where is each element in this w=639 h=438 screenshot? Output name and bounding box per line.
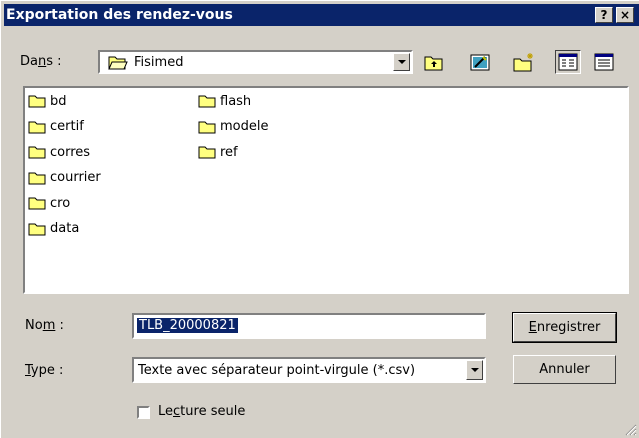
chevron-down-icon (470, 368, 479, 372)
folder-item[interactable]: flash (198, 90, 251, 112)
file-list[interactable]: bd certif corres courrier cro data flash model… (23, 86, 629, 294)
type-label: Type : (25, 363, 64, 378)
desktop-button[interactable] (467, 50, 493, 74)
window-title: Exportation des rendez-vous (6, 7, 233, 23)
readonly-checkbox[interactable] (137, 406, 150, 419)
desktop-icon (470, 54, 490, 71)
folder-item[interactable]: data (28, 218, 79, 240)
close-button[interactable]: × (616, 7, 634, 23)
type-select[interactable]: Texte avec séparateur point-virgule (*.c… (132, 357, 486, 383)
folder-name: courrier (50, 170, 101, 185)
type-value: Texte avec séparateur point-virgule (*.c… (138, 363, 416, 378)
folder-item[interactable]: modele (198, 116, 268, 138)
help-button[interactable]: ? (595, 7, 613, 23)
folder-name: modele (220, 119, 269, 134)
new-folder-icon (513, 53, 533, 72)
folder-name: flash (220, 93, 252, 109)
type-dropdown-button[interactable] (466, 360, 483, 380)
folder-name: cro (50, 195, 71, 211)
export-dialog: Exportation des rendez-vous ? × Dans : F… (0, 0, 639, 438)
list-view-icon (558, 53, 578, 71)
folder-icon (198, 121, 216, 133)
folder-icon (198, 95, 216, 108)
up-folder-icon (424, 56, 443, 71)
folder-name: data (50, 221, 80, 236)
chevron-down-icon (397, 60, 406, 64)
details-view-button[interactable] (591, 50, 617, 74)
save-button[interactable]: Enregistrer (512, 312, 617, 343)
folder-item[interactable]: courrier (28, 167, 101, 189)
folder-item[interactable]: certif (28, 116, 84, 138)
folder-item[interactable]: corres (28, 141, 90, 163)
location-dropdown-button[interactable] (393, 53, 410, 71)
up-folder-button[interactable] (421, 50, 447, 74)
filename-input[interactable]: TLB_20000821 (132, 313, 486, 339)
filename-label: Nom : (25, 318, 64, 333)
list-view-button[interactable] (555, 50, 581, 74)
folder-icon (28, 172, 46, 184)
folder-item[interactable]: bd (28, 90, 67, 112)
title-bar[interactable]: Exportation des rendez-vous ? × (4, 4, 639, 26)
folder-icon (28, 197, 46, 210)
folder-icon (198, 146, 216, 159)
folder-name: bd (50, 93, 67, 109)
size-grip-icon[interactable] (623, 422, 637, 436)
folder-name: corres (50, 144, 91, 160)
readonly-label[interactable]: Lecture seule (158, 404, 245, 419)
folder-icon (28, 223, 46, 235)
location-combo[interactable]: Fisimed (98, 50, 413, 74)
location-value: Fisimed (134, 54, 184, 70)
folder-item[interactable]: cro (28, 192, 70, 214)
folder-name: certif (50, 119, 84, 134)
new-folder-button[interactable] (511, 50, 537, 74)
location-label: Dans : (20, 54, 62, 69)
folder-icon (28, 95, 46, 108)
folder-icon (28, 121, 46, 133)
details-view-icon (594, 53, 614, 71)
folder-icon (28, 146, 46, 159)
filename-value: TLB_20000821 (137, 318, 238, 333)
folder-item[interactable]: ref (198, 141, 238, 163)
folder-name: ref (220, 144, 238, 160)
open-folder-icon (108, 56, 128, 70)
cancel-button[interactable]: Annuler (513, 355, 616, 384)
